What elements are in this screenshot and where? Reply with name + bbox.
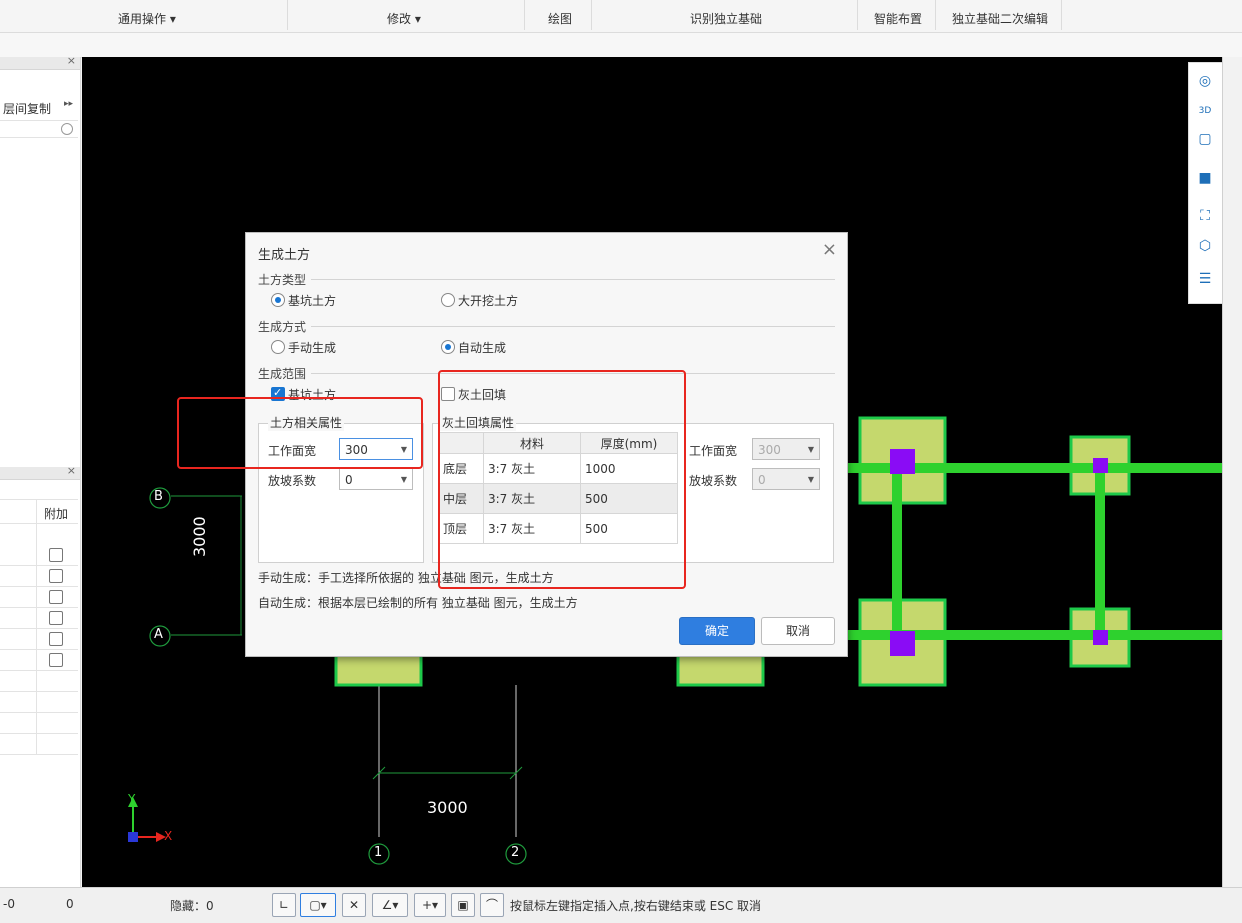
gen-mode-section: 生成方式 [258,320,307,334]
ribbon-subbar [0,33,1242,58]
note-auto: 自动生成：根据本层已绘制的所有 独立基础 图元，生成土方 [258,596,578,610]
manual-gen-label: 手动生成 [288,341,337,355]
open-excavation-radio[interactable] [441,293,455,307]
chevron-down-icon: ▼ [807,475,814,484]
column [1093,458,1108,473]
view-toolbar: ◎ 3D ▢ ■ ⛶ ⬡ ☰ [1188,62,1224,304]
axis-label-b: B [154,489,163,504]
status-value-2: 0 [66,897,74,911]
view-cube-icon[interactable]: ⬡ [1195,236,1215,256]
expand-icon[interactable]: ▸▸ [64,99,73,109]
dim-text-horizontal: 3000 [427,798,468,817]
right-panel [1222,57,1242,887]
attach-checkbox[interactable] [49,611,63,625]
status-value-1: -0 [3,897,15,911]
column [890,631,915,656]
axis-label-a: A [154,627,163,642]
cancel-button[interactable]: 取消 [761,617,835,645]
chevron-down-icon: ▼ [400,475,407,484]
manual-gen-radio[interactable] [271,340,285,354]
open-excavation-label: 大开挖土方 [458,294,519,308]
offset-icon[interactable]: +▾ [414,893,446,917]
attach-checkbox[interactable] [49,569,63,583]
ucs-x-label: X [164,829,173,843]
lime-work-width-input: 300 ▼ [752,438,820,460]
dim-text-vertical: 3000 [190,516,209,557]
close-icon[interactable]: × [67,54,76,67]
display-icon[interactable]: ▣ [451,893,475,917]
ortho-icon[interactable]: ∟ [272,893,296,917]
ribbon-general-ops[interactable]: 通用操作 ▾ [118,10,176,27]
zoom-extents-icon[interactable]: ⛶ [1195,206,1215,226]
cross-snap-icon[interactable]: ✕ [342,893,366,917]
dialog-title: 生成土方 [258,248,311,263]
ribbon-smart-layout[interactable]: 智能布置 [874,10,922,27]
ucs-y-label: Y [128,792,136,806]
left-panel-titlebar: × [0,54,80,70]
close-icon[interactable]: × [822,239,837,260]
ribbon-draw[interactable]: 绘图 [548,10,572,27]
angle-icon[interactable]: ∠▾ [372,893,408,917]
highlight-box-lime-backfill [438,370,686,589]
column [890,449,915,474]
lime-work-width-label: 工作面宽 [689,444,738,458]
hidden-count: 隐藏：0 [170,899,214,913]
earth-type-section: 土方类型 [258,273,307,287]
slope-input[interactable]: 0 ▼ [339,468,413,490]
status-bar: -0 0 隐藏：0 ∟ ▢▾ ✕ ∠▾ +▾ ▣ ⌒ 按鼠标左键指定插入点,按右… [0,887,1242,923]
search-icon[interactable] [61,123,73,135]
ribbon: 通用操作 ▾ 修改 ▾ 绘图 识别独立基础 智能布置 独立基础二次编辑 [0,0,1242,33]
attach-checkbox[interactable] [49,548,63,562]
solid-cube-icon[interactable]: ■ [1195,168,1215,188]
orbit-icon[interactable]: ◎ [1195,71,1215,91]
left-panel-titlebar-2: × [0,464,80,480]
attach-checkbox[interactable] [49,653,63,667]
close-icon[interactable]: × [67,464,76,477]
auto-gen-radio[interactable] [441,340,455,354]
object-snap-icon[interactable]: ▢▾ [300,893,336,917]
ok-button[interactable]: 确定 [679,617,755,645]
lime-slope-input: 0 ▼ [752,468,820,490]
layer-copy-button[interactable]: 层间复制 [3,100,51,117]
left-panel: × 层间复制 ▸▸ × 附加 [0,54,81,887]
axis-label-2: 2 [511,845,520,860]
pit-earth-label: 基坑土方 [288,294,337,308]
ucs-origin [128,832,138,842]
highlight-box-earth-props [177,397,423,469]
range-section: 生成范围 [258,367,307,381]
list-view-icon[interactable]: ☰ [1195,269,1215,289]
attach-column-header: 附加 [44,507,69,521]
column [1093,630,1108,645]
pit-earth-radio[interactable] [271,293,285,307]
slope-label: 放坡系数 [268,474,317,488]
axis-label-1: 1 [374,845,383,860]
cube-icon[interactable]: ▢ [1195,129,1215,149]
auto-gen-label: 自动生成 [458,341,507,355]
ribbon-identify-footing[interactable]: 识别独立基础 [690,10,762,27]
ribbon-modify[interactable]: 修改 ▾ [387,10,421,27]
status-hint: 按鼠标左键指定插入点,按右键结束或 ESC 取消 [510,899,762,913]
lime-slope-label: 放坡系数 [689,474,738,488]
3d-view-icon[interactable]: 3D [1195,101,1215,121]
polyline-icon[interactable]: ⌒ [480,893,504,917]
chevron-down-icon: ▼ [807,445,814,454]
attach-checkbox[interactable] [49,590,63,604]
ribbon-footing-edit[interactable]: 独立基础二次编辑 [952,10,1048,27]
attach-checkbox[interactable] [49,632,63,646]
